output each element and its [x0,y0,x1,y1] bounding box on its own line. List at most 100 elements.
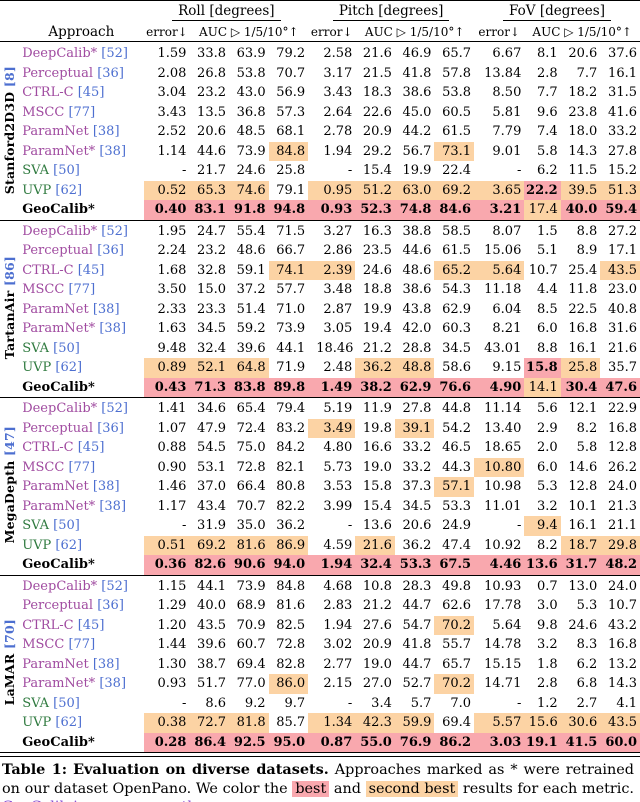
caption-second-chip: second best [365,780,459,797]
metric-cell: 73.9 [236,578,266,594]
method-name-cell: CTRL-C [45] [18,616,144,636]
method-citation[interactable]: [38] [93,657,120,672]
method-citation[interactable]: [38] [93,479,120,494]
method-citation[interactable]: [62] [55,183,82,198]
method-citation[interactable]: [50] [53,163,80,178]
method-citation[interactable]: [77] [68,637,95,652]
method-citation[interactable]: [77] [68,282,95,297]
method-citation[interactable]: [62] [55,360,82,375]
metric-cell: 2.87 [323,301,353,317]
metric-cell: 84.8 [268,141,309,161]
metric-cell: 45.0 [402,104,432,120]
method-name-cell: Perceptual [36] [18,64,144,84]
method-citation[interactable]: [36] [97,66,124,81]
metric-cell: 22.2 [524,180,561,200]
method-citation[interactable]: [38] [99,321,126,336]
table-row: Perceptual [36] 1.29 40.0 68.9 81.6 2.83 21.2 4… [0,596,640,616]
metric-cell: 52.1 [189,358,229,378]
metric-cell: 48.6 [402,262,432,278]
dataset-citation[interactable]: [86] [2,256,17,286]
method-citation[interactable]: [38] [93,302,120,317]
metric-cell: 0.52 [144,180,190,200]
metric-cell: 74.1 [268,260,309,280]
method-citation[interactable]: [36] [97,243,124,258]
metric-cell: 27.8 [402,401,432,417]
method-name-cell: DeepCalib* [52] [18,399,144,419]
method-citation[interactable]: [38] [99,499,126,514]
caption-label: Table 1: [2,761,68,778]
table-row: SVA [50] -8.6 9.2 9.7-3.4 5.7 7.0-1.2 2.7 4.1 [0,694,640,714]
method-name-cell: GeoCalib* [18,200,144,220]
method-citation[interactable]: [45] [78,440,105,455]
metric-cell: 3.0 [537,598,558,614]
metric-cell: 18.46 [316,340,354,356]
metric-cell: 22.5 [568,301,598,317]
method-citation[interactable]: [52] [101,224,128,239]
dataset-citation[interactable]: [70] [2,619,17,649]
method-name: Perceptual [22,243,94,259]
metric-cell: 13.6 [362,518,392,534]
metric-cell: 9.7 [284,695,306,711]
method-citation[interactable]: [36] [97,598,124,613]
method-citation[interactable]: [45] [78,618,105,633]
metric-cell: 5.19 [323,401,353,417]
metric-cell: 1.8 [537,656,558,672]
metric-cell: 30.4 [560,377,601,398]
metric-cell: 37.2 [236,282,266,298]
method-citation[interactable]: [62] [55,715,82,730]
method-citation[interactable]: [50] [53,696,80,711]
method-name: GeoCalib* [22,557,95,573]
metric-cell: 3.02 [323,637,353,653]
metric-cell: - [347,518,353,534]
method-citation[interactable]: [52] [101,579,128,594]
metric-cell: 3.03 [474,732,525,753]
metric-cell: 49.8 [442,578,472,594]
method-citation[interactable]: [38] [99,676,126,691]
metric-cell: 16.3 [362,223,392,239]
table-row: MSCC [77] 0.90 53.1 72.8 82.1 5.73 19.0 33.2 44.… [0,457,640,477]
method-citation[interactable]: [45] [78,263,105,278]
table-row: SVA [50] -31.9 35.0 36.2-13.6 20.6 24.9-9.4 16… [0,516,640,536]
method-name: ParamNet* [22,676,96,692]
method-citation[interactable]: [77] [68,460,95,475]
metric-cell: 53.8 [236,65,266,81]
method-citation[interactable]: [38] [99,144,126,159]
column-header-error: error↓ [478,24,520,39]
table-row: LaMAR [70] DeepCalib* [52] 1.15 44.1 73.9 84.… [0,577,640,706]
method-name: CTRL-C [22,262,74,278]
caption-best-chip: best [292,780,330,797]
metric-cell: 51.2 [355,180,395,200]
metric-cell: 21.2 [362,340,392,356]
method-name-cell: CTRL-C [45] [18,438,144,458]
metric-cell: 17.1 [608,243,637,259]
metric-cell: 39.6 [197,637,226,653]
metric-cell: 43.5 [600,260,640,280]
metric-cell: 22.4 [442,163,472,179]
metric-cell: 23.5 [362,243,392,259]
method-citation[interactable]: [77] [68,105,95,120]
method-citation[interactable]: [45] [78,85,105,100]
dataset-citation[interactable]: [47] [2,426,17,456]
metric-cell: 94.8 [268,200,309,220]
method-citation[interactable]: [36] [97,421,124,436]
dataset-citation[interactable]: [8] [2,66,17,87]
metric-cell: 71.9 [276,360,306,376]
metric-cell: 3.43 [157,104,187,120]
metric-cell: 61.5 [442,243,472,259]
metric-cell: 3.2 [537,637,558,653]
method-name-cell: MSCC [77] [18,635,144,655]
metric-cell: 3.49 [308,418,356,438]
metric-cell: 2.83 [323,598,353,614]
metric-cell: 46.9 [402,46,432,62]
method-citation[interactable]: [62] [55,538,82,553]
method-citation[interactable]: [52] [101,401,128,416]
method-citation[interactable]: [50] [53,341,80,356]
metric-cell: 18.3 [362,85,392,101]
method-citation[interactable]: [52] [101,46,128,61]
method-citation[interactable]: [38] [93,124,120,139]
table-row: TartanAir [86] DeepCalib* [52] 1.95 24.7 55.… [0,222,640,359]
method-citation[interactable]: [50] [53,518,80,533]
dataset-group-label: MegaDepth [47] [0,399,18,575]
table-row: UVP [62] 0.51 69.2 81.6 86.9 4.59 21.6 36.2 47.4… [0,535,640,555]
metric-cell: 1.41 [157,401,187,417]
